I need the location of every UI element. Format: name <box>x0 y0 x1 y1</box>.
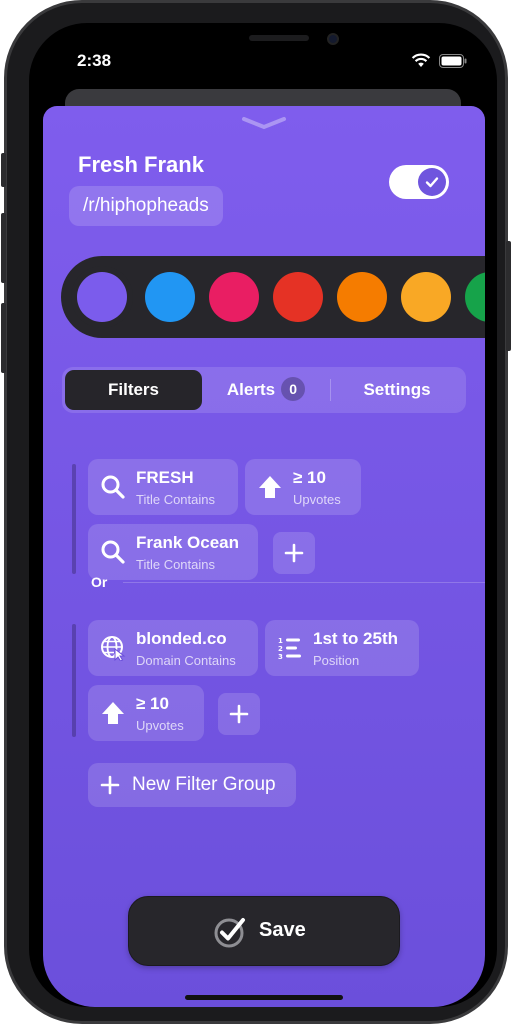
color-swatch-yellow[interactable] <box>401 272 451 322</box>
filter-title: FRESH <box>136 468 194 487</box>
screen: 2:38 Fresh Frank /r/hiphopheads Filters … <box>29 23 497 1007</box>
volume-up-button <box>1 213 6 283</box>
filter-chip[interactable]: FRESH Title Contains <box>88 459 238 515</box>
filter-chip[interactable]: ≥ 10 Upvotes <box>245 459 361 515</box>
search-icon <box>101 475 125 499</box>
filter-type: Upvotes <box>293 492 341 507</box>
svg-text:1: 1 <box>278 637 283 645</box>
add-filter-button[interactable] <box>218 693 260 735</box>
silent-switch <box>1 153 6 187</box>
feed-title[interactable]: Fresh Frank <box>78 152 204 178</box>
filter-chip[interactable]: 1 2 3 1st to 25th Position <box>265 620 419 676</box>
svg-text:3: 3 <box>278 653 283 661</box>
filter-title: ≥ 10 <box>293 468 326 487</box>
tab-filters-label: Filters <box>107 380 160 399</box>
color-swatch-red[interactable] <box>273 272 323 322</box>
color-picker <box>61 256 485 338</box>
color-swatch-orange[interactable] <box>337 272 387 322</box>
filter-type: Title Contains <box>136 557 215 572</box>
tab-bar: Filters Alerts 0 Settings <box>62 367 466 413</box>
filter-chip[interactable]: Frank Ocean Title Contains <box>88 524 258 580</box>
save-button-label: Save <box>259 919 306 941</box>
upvote-arrow-icon <box>259 476 281 498</box>
svg-text:2: 2 <box>278 645 283 653</box>
filter-chip[interactable]: ≥ 10 Upvotes <box>88 685 204 741</box>
notch <box>167 23 359 53</box>
chevron-down-icon[interactable] <box>240 116 288 130</box>
new-filter-group-button[interactable]: New Filter Group <box>88 763 296 807</box>
front-camera <box>327 33 339 45</box>
filter-type: Position <box>313 653 360 668</box>
or-separator-label: Or <box>91 574 108 590</box>
search-icon <box>101 540 125 564</box>
tab-filters[interactable]: Filters <box>65 370 202 410</box>
phone-frame: 2:38 Fresh Frank /r/hiphopheads Filters … <box>1 0 511 1024</box>
status-time: 2:38 <box>77 51 112 70</box>
volume-down-button <box>1 303 6 373</box>
plus-icon <box>284 543 304 563</box>
filter-title: Frank Ocean <box>136 533 239 552</box>
filter-title: blonded.co <box>136 629 227 648</box>
color-swatch-purple[interactable] <box>77 272 127 322</box>
toggle-knob <box>418 168 446 196</box>
color-swatch-green[interactable] <box>465 272 485 322</box>
numbered-list-icon: 1 2 3 <box>278 637 301 661</box>
upvote-arrow-icon <box>102 702 124 724</box>
tab-settings-label: Settings <box>363 380 431 399</box>
color-swatch-blue[interactable] <box>145 272 195 322</box>
filter-group-bar <box>72 464 76 574</box>
check-icon <box>425 177 439 188</box>
globe-cursor-icon <box>101 636 126 661</box>
tab-alerts-label: Alerts <box>226 380 276 399</box>
enabled-toggle[interactable] <box>389 165 449 199</box>
plus-icon <box>100 775 120 795</box>
alerts-count-badge: 0 <box>281 377 306 401</box>
new-filter-group-label: New Filter Group <box>132 774 276 795</box>
filter-type: Title Contains <box>136 492 215 507</box>
speaker-grille <box>249 35 309 41</box>
checkmark-circle-icon <box>214 918 245 948</box>
save-button[interactable]: Save <box>128 896 400 966</box>
filter-type: Domain Contains <box>136 653 236 668</box>
color-swatch-pink[interactable] <box>209 272 259 322</box>
filter-editor-sheet: Fresh Frank /r/hiphopheads Filters Alert… <box>43 106 485 1007</box>
filter-chip[interactable]: blonded.co Domain Contains <box>88 620 258 676</box>
tab-alerts[interactable]: Alerts 0 <box>202 370 330 410</box>
add-filter-button[interactable] <box>273 532 315 574</box>
wifi-icon <box>411 53 431 67</box>
filter-group-bar <box>72 624 76 737</box>
subreddit-chip[interactable]: /r/hiphopheads <box>69 186 223 226</box>
filter-title: ≥ 10 <box>136 694 169 713</box>
filter-title: 1st to 25th <box>313 629 399 648</box>
plus-icon <box>229 704 249 724</box>
battery-icon <box>439 53 467 68</box>
home-indicator <box>185 995 343 1000</box>
power-button <box>506 241 511 351</box>
tab-settings[interactable]: Settings <box>331 370 463 410</box>
or-separator-line <box>123 582 485 583</box>
status-icons <box>411 53 467 68</box>
filter-type: Upvotes <box>136 718 184 733</box>
